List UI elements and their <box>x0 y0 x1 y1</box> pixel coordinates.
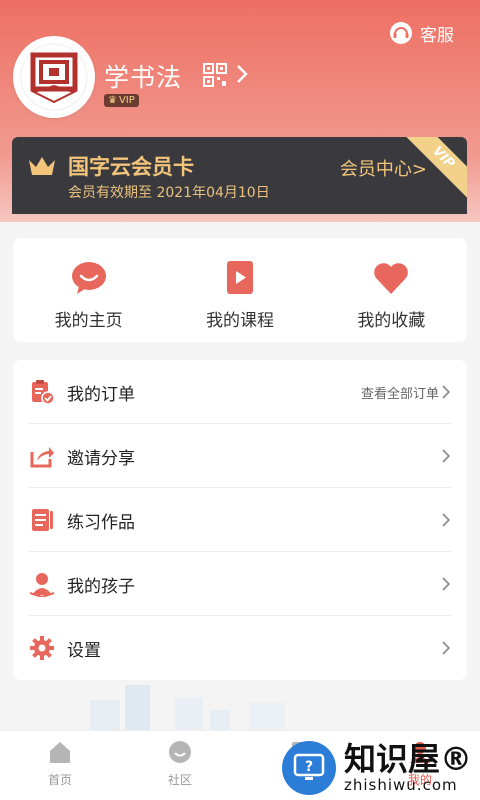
menu-item-my-children[interactable]: 我的孩子 <box>13 552 467 616</box>
headset-icon <box>390 22 412 44</box>
vip-badge: ♛ VIP <box>104 94 139 107</box>
menu-list: 我的订单 查看全部订单 邀请分享 练习作品 我的孩子 设置 <box>13 360 467 680</box>
username[interactable]: 学书法 <box>104 58 182 94</box>
menu-item-settings[interactable]: 设置 <box>13 616 467 680</box>
chevron-right-icon[interactable] <box>235 63 249 85</box>
menu-label: 设置 <box>67 640 101 661</box>
chevron-right-icon <box>442 577 451 591</box>
app-logo-icon <box>20 43 88 111</box>
child-icon <box>29 571 55 597</box>
tab-home[interactable]: 首页 <box>0 731 120 800</box>
menu-item-practice-works[interactable]: 练习作品 <box>13 488 467 552</box>
menu-item-invite-share[interactable]: 邀请分享 <box>13 424 467 488</box>
svg-text:?: ? <box>305 759 313 775</box>
chevron-right-icon <box>442 385 451 399</box>
menu-label: 练习作品 <box>67 512 135 533</box>
menu-item-orders[interactable]: 我的订单 查看全部订单 <box>13 360 467 424</box>
city-decoration-icon <box>90 685 285 730</box>
avatar[interactable] <box>13 36 95 118</box>
home-icon <box>50 742 70 763</box>
member-card[interactable]: 国字云会员卡 会员有效期至 2021年04月10日 会员中心> VIP <box>12 137 467 214</box>
crown-icon <box>29 157 55 175</box>
menu-label: 我的孩子 <box>67 576 135 597</box>
my-courses-button[interactable]: 我的课程 <box>170 238 310 342</box>
menu-label: 邀请分享 <box>67 448 135 469</box>
heart-icon <box>374 263 409 294</box>
crown-small-icon: ♛ <box>108 95 117 106</box>
qr-code-icon[interactable] <box>202 62 228 88</box>
site-watermark: ? 知识屋® zhishiwu.com <box>282 736 480 800</box>
member-card-title: 国字云会员卡 <box>68 155 194 179</box>
tab-label: 首页 <box>47 773 72 787</box>
watermark-title: 知识屋® <box>344 740 473 778</box>
view-all-orders-link[interactable]: 查看全部订单 <box>361 383 439 402</box>
tab-label: 社区 <box>167 773 192 787</box>
chat-bubble-icon <box>71 262 106 294</box>
play-book-icon <box>226 261 253 294</box>
vip-badge-label: VIP <box>118 95 135 106</box>
quick-actions: 我的主页 我的课程 我的收藏 <box>13 238 467 342</box>
customer-service-label: 客服 <box>420 25 454 46</box>
watermark-domain: zhishiwu.com <box>344 776 458 794</box>
quick-label: 我的主页 <box>54 311 123 331</box>
member-center-link[interactable]: 会员中心> <box>340 155 427 181</box>
my-homepage-button[interactable]: 我的主页 <box>19 238 159 342</box>
question-monitor-icon: ? <box>282 741 336 795</box>
notebook-icon <box>29 507 55 533</box>
community-icon <box>169 741 191 763</box>
quick-label: 我的收藏 <box>357 311 426 331</box>
quick-label: 我的课程 <box>205 311 274 331</box>
member-expiry: 会员有效期至 2021年04月10日 <box>68 185 270 201</box>
chevron-right-icon <box>442 513 451 527</box>
my-favorites-button[interactable]: 我的收藏 <box>321 238 461 342</box>
customer-service-button[interactable]: 客服 <box>388 20 454 46</box>
share-icon <box>29 443 55 469</box>
gear-icon <box>29 635 55 661</box>
tab-community[interactable]: 社区 <box>120 731 240 800</box>
clipboard-check-icon <box>29 379 55 405</box>
menu-label: 我的订单 <box>67 384 135 405</box>
chevron-right-icon <box>442 449 451 463</box>
chevron-right-icon <box>442 641 451 655</box>
